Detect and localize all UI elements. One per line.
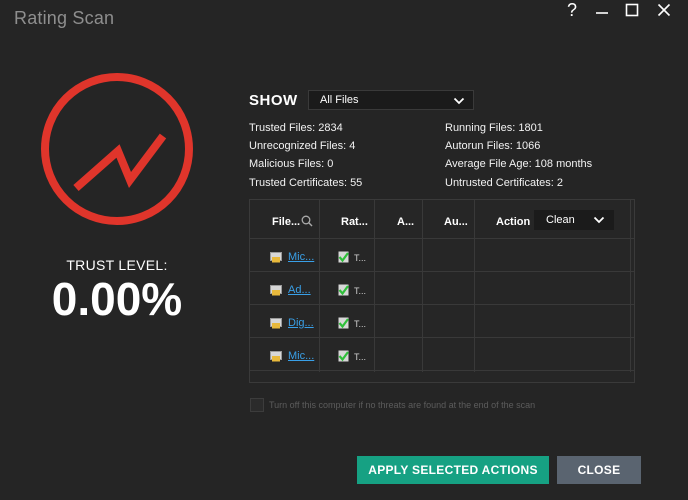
minimize-icon [596, 12, 608, 14]
file-link[interactable]: Dig... [288, 317, 314, 329]
show-label: SHOW [249, 92, 298, 109]
stat-unrecognized-files: Unrecognized Files: 4 [249, 140, 356, 152]
row-divider [250, 337, 634, 338]
column-header-au[interactable]: Au... [444, 216, 468, 228]
show-filter-dropdown[interactable]: All Files [308, 90, 474, 110]
trusted-check-icon [338, 284, 349, 296]
column-divider [319, 200, 320, 372]
trusted-check-icon [338, 317, 349, 329]
row-divider [250, 271, 634, 272]
close-icon [657, 3, 671, 17]
row-divider [250, 304, 634, 305]
minimize-button[interactable] [587, 0, 617, 20]
window-title: Rating Scan [14, 8, 115, 28]
rating-text: T... [354, 319, 367, 329]
shutdown-checkbox[interactable] [250, 398, 264, 412]
row-divider [250, 238, 634, 239]
maximize-button[interactable] [617, 0, 647, 20]
show-filter-value: All Files [320, 94, 359, 106]
stat-running-files: Running Files: 1801 [445, 122, 543, 134]
trust-gauge [41, 73, 193, 225]
maximize-icon [625, 3, 639, 17]
column-divider [374, 200, 375, 372]
file-icon [270, 318, 282, 329]
row-divider [250, 370, 634, 371]
stat-average-file-age: Average File Age: 108 months [445, 158, 593, 170]
rating-text: T... [354, 352, 367, 362]
column-divider [630, 200, 631, 372]
stat-malicious-files: Malicious Files: 0 [249, 158, 334, 170]
column-header-a[interactable]: A... [397, 216, 414, 228]
file-link[interactable]: Mic... [288, 350, 314, 362]
file-icon [270, 351, 282, 362]
close-button[interactable]: CLOSE [557, 456, 641, 484]
stat-trusted-certificates: Trusted Certificates: 55 [249, 177, 363, 189]
apply-selected-actions-button[interactable]: APPLY SELECTED ACTIONS [357, 456, 549, 484]
column-header-action: Action [496, 216, 531, 228]
trust-level-label: TRUST LEVEL: [66, 257, 168, 273]
stat-autorun-files: Autorun Files: 1066 [445, 140, 541, 152]
title-bar: Rating Scan ? [0, 0, 688, 36]
column-header-file[interactable]: File... [272, 216, 300, 228]
chevron-down-icon [593, 216, 605, 224]
trust-level-value: 0.00% [51, 273, 183, 325]
chevron-down-icon [453, 97, 465, 105]
trend-up-icon [73, 133, 167, 192]
column-divider [422, 200, 423, 372]
rating-text: T... [354, 286, 367, 296]
column-header-rating[interactable]: Rat... [341, 216, 368, 228]
files-table: File... Rat... A... Au... Action Clean M… [249, 199, 635, 383]
stat-untrusted-certificates: Untrusted Certificates: 2 [445, 177, 563, 189]
action-dropdown[interactable]: Clean [534, 210, 614, 230]
help-button[interactable]: ? [557, 0, 587, 20]
close-window-button[interactable] [649, 0, 679, 20]
action-dropdown-value: Clean [546, 214, 575, 226]
file-icon [270, 252, 282, 263]
rating-text: T... [354, 253, 367, 263]
trusted-check-icon [338, 350, 349, 362]
search-icon[interactable] [301, 215, 313, 227]
stat-trusted-files: Trusted Files: 2834 [249, 122, 343, 134]
shutdown-checkbox-label: Turn off this computer if no threats are… [269, 400, 536, 410]
file-link[interactable]: Mic... [288, 251, 314, 263]
trusted-check-icon [338, 251, 349, 263]
file-icon [270, 285, 282, 296]
help-icon: ? [566, 0, 577, 20]
file-link[interactable]: Ad... [288, 284, 311, 296]
column-divider [474, 200, 475, 372]
